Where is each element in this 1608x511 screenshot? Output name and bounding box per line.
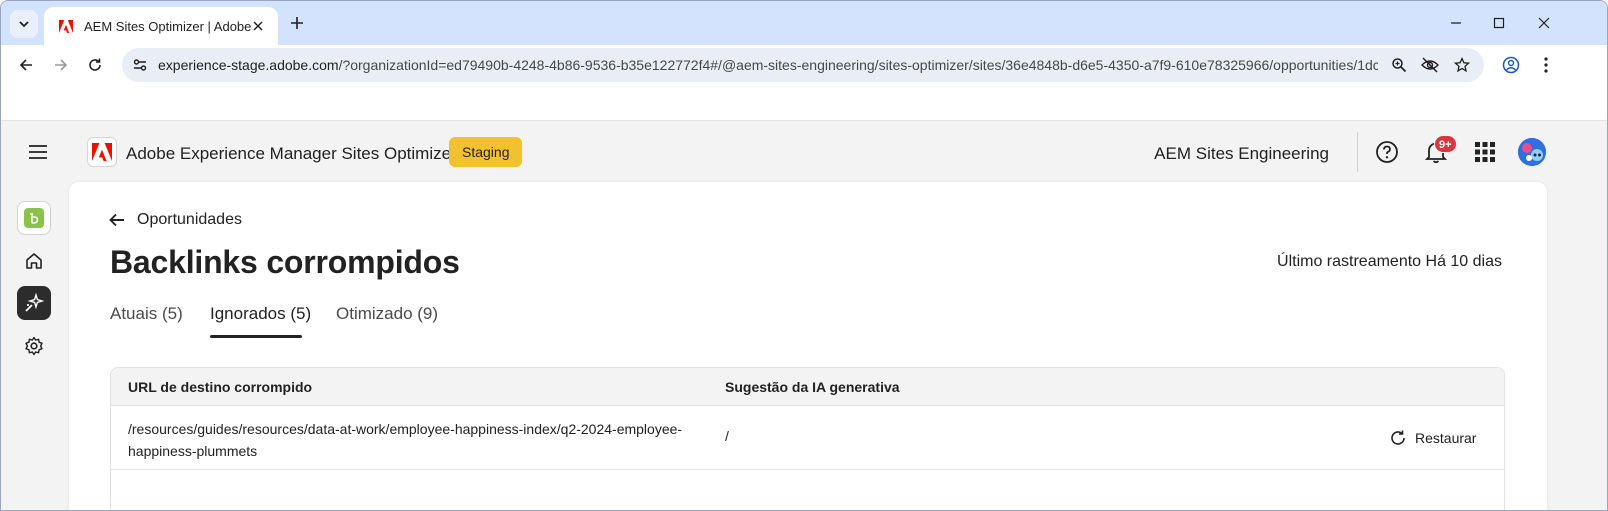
header-divider	[1357, 132, 1358, 172]
toolbar-spacer	[1, 85, 1607, 121]
browser-toolbar: experience-stage.adobe.com/?organization…	[1, 45, 1607, 85]
close-icon[interactable]	[250, 18, 266, 34]
last-crawl-status: Último rastreamento Há 10 dias	[1277, 253, 1502, 270]
environment-badge: Staging	[449, 137, 523, 167]
browser-tab[interactable]: AEM Sites Optimizer | Adobe Ex	[44, 7, 278, 45]
site-selector-icon[interactable]	[17, 201, 51, 235]
minimize-icon[interactable]	[1447, 14, 1465, 32]
tab-title: AEM Sites Optimizer | Adobe Ex	[84, 18, 252, 34]
column-header-broken-url[interactable]: URL de destino corrompido	[128, 379, 312, 395]
address-bar[interactable]: experience-stage.adobe.com/?organization…	[122, 48, 1484, 82]
forward-arrow-icon[interactable]	[50, 54, 72, 76]
app-header: Adobe Experience Manager Sites Optimizer…	[1, 122, 1607, 182]
app-title: Adobe Experience Manager Sites Optimizer	[126, 144, 457, 163]
back-to-opportunities-link[interactable]: Oportunidades	[109, 209, 242, 231]
table-row: /resources/guides/resources/data-at-work…	[111, 406, 1504, 470]
star-icon[interactable]	[1452, 55, 1472, 75]
tab-ignored[interactable]: Ignorados (5)	[210, 304, 311, 324]
opportunities-icon[interactable]	[17, 286, 51, 320]
plus-icon[interactable]	[287, 13, 307, 33]
back-arrow-icon[interactable]	[15, 54, 37, 76]
tab-optimized[interactable]: Otimizado (9)	[336, 304, 438, 324]
hamburger-menu-icon[interactable]	[27, 142, 49, 162]
page-title: Backlinks corrompidos	[110, 244, 460, 280]
organization-switcher[interactable]: AEM Sites Engineering	[1154, 144, 1329, 164]
restore-button[interactable]: Restaurar	[1389, 427, 1476, 449]
browser-window: AEM Sites Optimizer | Adobe Ex experienc…	[0, 0, 1608, 511]
more-vertical-icon[interactable]	[1535, 54, 1557, 76]
adobe-favicon	[58, 18, 74, 34]
eye-off-icon[interactable]	[1420, 55, 1440, 75]
tab-strip: AEM Sites Optimizer | Adobe Ex	[1, 1, 1607, 45]
site-info-icon[interactable]	[130, 55, 150, 75]
home-icon[interactable]	[17, 244, 51, 278]
settings-gear-icon[interactable]	[17, 329, 51, 363]
tab-list-icon[interactable]	[10, 10, 38, 38]
ai-suggestion-cell: /	[725, 428, 729, 444]
restore-icon	[1391, 430, 1405, 445]
arrow-left-icon	[109, 213, 124, 227]
zoom-icon[interactable]	[1389, 55, 1409, 75]
table-header: URL de destino corrompido Sugestão da IA…	[111, 368, 1504, 406]
adobe-logo-icon[interactable]	[87, 137, 117, 167]
reload-icon[interactable]	[84, 54, 106, 76]
help-icon[interactable]	[1374, 139, 1400, 165]
maximize-icon[interactable]	[1490, 14, 1508, 32]
notification-badge: 9+	[1434, 135, 1457, 153]
close-window-icon[interactable]	[1535, 14, 1553, 32]
tab-current[interactable]: Atuais (5)	[110, 304, 183, 324]
apps-grid-icon[interactable]	[1472, 139, 1498, 165]
selected-tab-indicator	[210, 335, 302, 338]
restore-label: Restaurar	[1415, 430, 1477, 446]
column-header-ai-suggestion[interactable]: Sugestão da IA generativa	[725, 379, 900, 395]
avatar[interactable]	[1518, 138, 1546, 166]
profile-icon[interactable]	[1500, 54, 1522, 76]
url-text: experience-stage.adobe.com/?organization…	[158, 57, 1378, 73]
back-link-label: Oportunidades	[137, 211, 242, 228]
broken-backlinks-table: URL de destino corrompido Sugestão da IA…	[110, 367, 1505, 510]
broken-url-cell: /resources/guides/resources/data-at-work…	[128, 421, 683, 459]
